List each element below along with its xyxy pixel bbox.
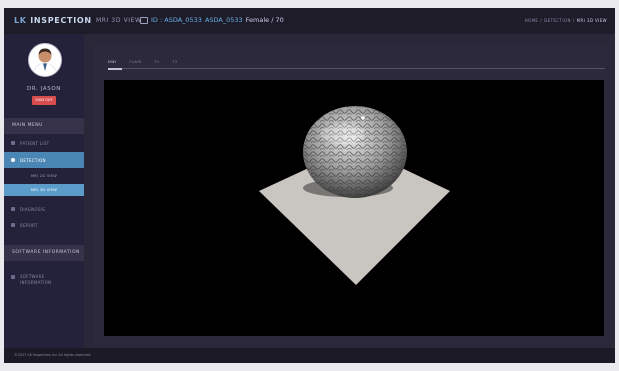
top-bar: LK INSPECTION MRI 3D VIEW ID : ASDA_0533… bbox=[4, 8, 615, 34]
id-card-icon bbox=[140, 16, 148, 24]
user-icon bbox=[11, 141, 15, 145]
breadcrumb-detection[interactable]: DETECTION bbox=[544, 18, 571, 23]
patient-id: ID : ASDA_0533 bbox=[151, 16, 202, 24]
patient-sex-age: Female / 70 bbox=[245, 16, 284, 24]
app-window: LK INSPECTION MRI 3D VIEW ID : ASDA_0533… bbox=[4, 8, 615, 363]
sign-out-button[interactable]: SIGN OUT bbox=[32, 96, 56, 105]
active-tab-indicator bbox=[108, 67, 122, 70]
info-icon bbox=[11, 275, 15, 279]
breadcrumb: HOME / DETECTION / MRI 3D VIEW bbox=[525, 18, 607, 23]
brand-logo[interactable]: LK INSPECTION bbox=[14, 16, 92, 25]
mri-3d-viewer[interactable] bbox=[104, 80, 604, 336]
brain-3d-render bbox=[259, 106, 450, 285]
sidebar-item-patient-list[interactable]: PATIENT LIST bbox=[4, 138, 84, 148]
copyright-text: ©2017 LK Inspection Inc All rights reser… bbox=[14, 353, 92, 357]
tab-t1[interactable]: T1 bbox=[154, 60, 159, 64]
sidebar: DR. JASON SIGN OUT MAIN MENU PATIENT LIS… bbox=[4, 34, 84, 348]
sidebar-item-software-information[interactable]: SOFTWARE INFORMATION bbox=[4, 274, 84, 292]
main-menu-header: MAIN MENU bbox=[4, 118, 84, 134]
brand-name: INSPECTION bbox=[30, 16, 92, 25]
breadcrumb-separator: / bbox=[540, 18, 543, 23]
software-info-header: SOFTWARE INFORMATION bbox=[4, 245, 84, 261]
sidebar-item-report[interactable]: REPORT bbox=[4, 220, 84, 230]
brand-prefix: LK bbox=[14, 16, 27, 25]
sidebar-item-label: PATIENT LIST bbox=[20, 140, 50, 146]
sidebar-item-diagnosis[interactable]: DIAGNOSIS bbox=[4, 204, 84, 214]
avatar bbox=[28, 43, 62, 77]
breadcrumb-current: MRI 3D VIEW bbox=[576, 18, 607, 23]
brain-model bbox=[303, 106, 407, 198]
sequence-tabs: DWI FLAIR T1 T2 bbox=[108, 60, 178, 64]
footer: ©2017 LK Inspection Inc All rights reser… bbox=[4, 348, 615, 363]
sidebar-item-detection[interactable]: DETECTION bbox=[4, 152, 84, 168]
chart-icon bbox=[11, 207, 15, 211]
sidebar-subitem-mri-3d-view[interactable]: MRI 3D VIEW bbox=[4, 184, 84, 196]
sidebar-item-label: DETECTION bbox=[20, 157, 46, 163]
patient-info: ID : ASDA_0533 ASDA_0533 Female / 70 bbox=[140, 16, 284, 24]
doctor-name: DR. JASON bbox=[27, 86, 61, 92]
report-icon bbox=[11, 223, 15, 227]
tab-dwi[interactable]: DWI bbox=[108, 60, 116, 64]
sidebar-subitem-mri-2d-view[interactable]: MRI 2D VIEW bbox=[4, 170, 84, 182]
tab-t2[interactable]: T2 bbox=[172, 60, 177, 64]
tab-underline bbox=[108, 67, 605, 70]
circle-icon bbox=[11, 158, 15, 162]
tab-flair[interactable]: FLAIR bbox=[129, 60, 141, 64]
breadcrumb-home[interactable]: HOME bbox=[525, 18, 539, 23]
breadcrumb-separator: / bbox=[572, 18, 575, 23]
software-info-line2: INFORMATION bbox=[20, 280, 52, 285]
software-info-label: SOFTWARE INFORMATION bbox=[20, 274, 51, 286]
sidebar-item-label: DIAGNOSIS bbox=[20, 206, 46, 212]
page-title: MRI 3D VIEW bbox=[96, 17, 142, 24]
patient-name: ASDA_0533 bbox=[204, 16, 243, 24]
sidebar-item-label: REPORT bbox=[20, 222, 38, 228]
